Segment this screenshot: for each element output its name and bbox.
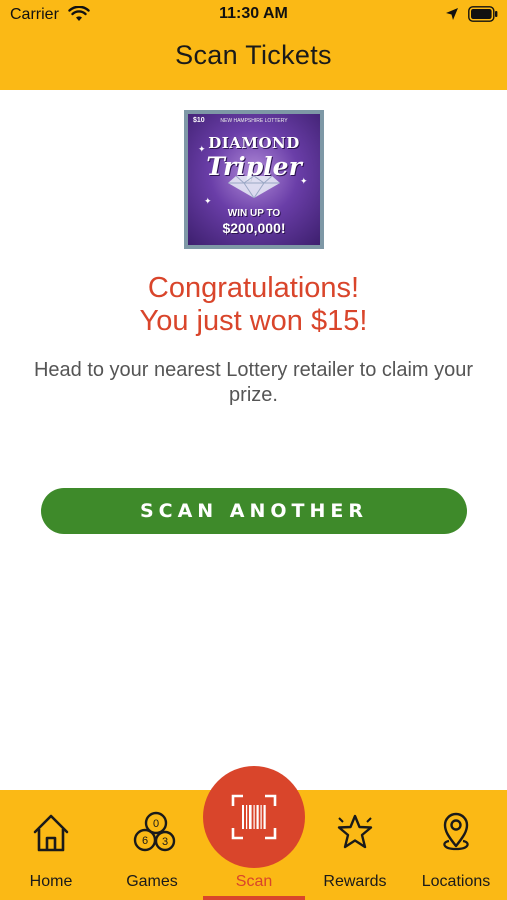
- battery-icon: [468, 6, 498, 22]
- tab-scan-label: Scan: [235, 873, 273, 890]
- claim-instructions: Head to your nearest Lottery retailer to…: [33, 359, 474, 406]
- clock: 11:30 AM: [219, 5, 288, 22]
- active-tab-indicator: [203, 896, 305, 900]
- scan-fab-button[interactable]: [203, 766, 305, 868]
- location-arrow-icon: [446, 8, 458, 20]
- congrats-heading: Congratulations!: [147, 272, 360, 304]
- tab-games[interactable]: 0 6 3 Games: [101, 790, 203, 900]
- svg-text:6: 6: [142, 835, 148, 847]
- lottery-balls-icon: 0 6 3: [133, 811, 176, 852]
- page-title: Scan Tickets: [175, 40, 332, 70]
- map-pin-icon: [443, 812, 469, 851]
- ticket-artwork: $10 NEW HAMPSHIRE LOTTERY ✦ ✦ ✦ DIAMOND …: [188, 114, 320, 245]
- tab-locations-label: Locations: [421, 873, 491, 890]
- top-bar: Carrier 11:30 AM Scan Tickets: [0, 0, 507, 90]
- tab-rewards-label: Rewards: [323, 873, 387, 890]
- home-icon: [33, 814, 69, 852]
- ticket-brand: NEW HAMPSHIRE LOTTERY: [220, 118, 288, 124]
- ticket-name-line1: DIAMOND: [208, 134, 300, 152]
- tab-home[interactable]: Home: [0, 790, 102, 900]
- diamond-icon: [228, 175, 280, 198]
- star-icon: [337, 814, 373, 849]
- tab-rewards[interactable]: Rewards: [304, 790, 406, 900]
- win-amount-text: You just won $15!: [139, 305, 368, 337]
- svg-text:0: 0: [153, 818, 159, 830]
- tab-locations[interactable]: Locations: [405, 790, 507, 900]
- tab-home-label: Home: [29, 873, 73, 890]
- sparkle-icon: ✦: [204, 196, 212, 206]
- status-bar: Carrier 11:30 AM: [0, 0, 507, 30]
- svg-text:3: 3: [162, 836, 168, 848]
- win-message: Congratulations! You just won $15!: [0, 272, 507, 338]
- ticket-prize-line2: $200,000!: [222, 220, 286, 236]
- tab-games-label: Games: [126, 873, 178, 890]
- scan-another-button[interactable]: SCAN ANOTHER: [41, 488, 467, 534]
- ticket-prize-line1: WIN UP TO: [227, 208, 281, 219]
- barcode-scan-icon: [231, 794, 277, 840]
- ticket-image: $10 NEW HAMPSHIRE LOTTERY ✦ ✦ ✦ DIAMOND …: [184, 110, 324, 249]
